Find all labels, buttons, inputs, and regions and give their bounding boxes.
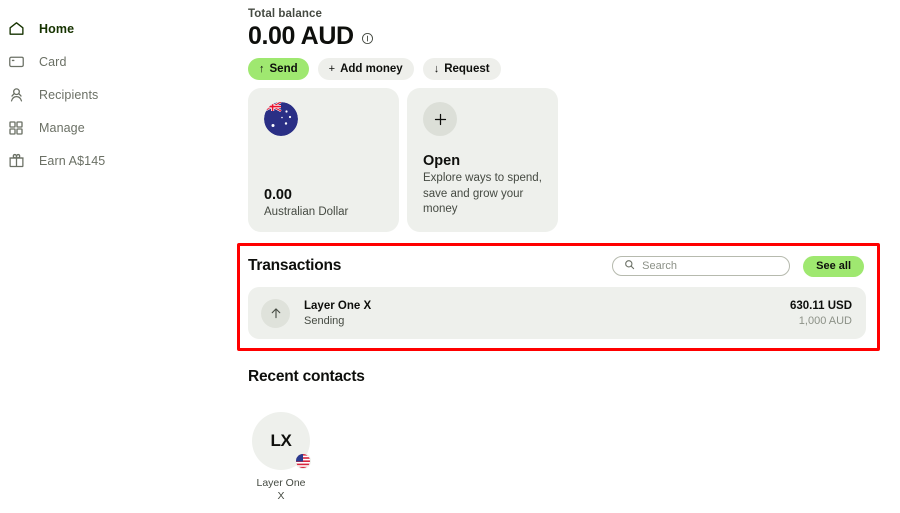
sidebar-item-label: Recipients <box>39 87 99 102</box>
transaction-amount-secondary: 1,000 AUD <box>798 314 852 327</box>
australia-flag-icon <box>264 102 298 136</box>
search-box[interactable] <box>612 256 791 276</box>
search-input[interactable] <box>642 260 783 272</box>
arrow-up-icon: ↑ <box>259 62 265 75</box>
sidebar-item-card[interactable]: Card <box>0 45 232 78</box>
main-content: Total balance 0.00 AUD ↑ Send + Add mone… <box>237 0 900 513</box>
account-balance-amount: 0.00 <box>264 187 292 203</box>
open-card-desc-line1: Explore ways to spend, <box>423 172 542 185</box>
transactions-header: Transactions See all <box>248 250 866 282</box>
transaction-amount-primary: 630.11 USD <box>789 299 852 312</box>
account-cards: 0.00 Australian Dollar Open Explore ways… <box>248 88 558 232</box>
total-balance-amount: 0.00 AUD <box>248 22 354 50</box>
recipients-icon <box>6 85 26 105</box>
contact-name-line2: X <box>277 490 285 503</box>
contact-name: Layer One X <box>256 477 305 503</box>
request-button-label: Request <box>444 63 490 75</box>
quick-actions: ↑ Send + Add money ↓ Request <box>248 58 501 80</box>
arrow-up-icon <box>261 298 290 328</box>
card-icon <box>6 52 26 72</box>
arrow-down-icon: ↓ <box>433 62 440 75</box>
sidebar-item-home[interactable]: Home <box>0 12 232 45</box>
total-balance-label: Total balance <box>248 8 322 20</box>
sidebar-item-label: Earn A$145 <box>39 153 106 168</box>
sidebar-item-earn[interactable]: Earn A$145 <box>0 144 232 177</box>
grid-icon <box>6 118 26 138</box>
transactions-title: Transactions <box>248 257 342 274</box>
sidebar: Home Card Recipients Manage Earn A$145 <box>0 0 232 513</box>
plus-icon: + <box>328 62 336 75</box>
account-card-aud[interactable]: 0.00 Australian Dollar <box>248 88 399 232</box>
transactions-header-controls: See all <box>612 255 864 277</box>
account-currency-name: Australian Dollar <box>264 206 349 218</box>
see-all-button[interactable]: See all <box>803 255 864 277</box>
transaction-amounts: 630.11 USD 1,000 AUD <box>790 300 852 327</box>
recent-contacts-list: LX Layer One X <box>248 412 314 503</box>
gift-icon <box>6 151 26 171</box>
home-icon <box>6 19 26 39</box>
contact-name-line1: Layer One <box>256 477 306 489</box>
search-icon <box>624 257 635 275</box>
wise-dashboard: Home Card Recipients Manage Earn A$145 T… <box>0 0 900 513</box>
add-money-button-label: Add money <box>340 63 403 75</box>
transaction-info: Layer One X Sending <box>304 300 790 327</box>
sidebar-item-label: Home <box>39 21 75 36</box>
info-circle-icon[interactable] <box>361 32 374 45</box>
recent-contacts-title: Recent contacts <box>248 368 365 385</box>
transaction-status: Sending <box>304 314 345 327</box>
transactions-section: Transactions See all <box>248 250 866 339</box>
request-button[interactable]: ↓ Request <box>422 58 501 80</box>
open-card-title: Open <box>423 153 461 170</box>
avatar-initials: LX <box>270 431 292 450</box>
table-row[interactable]: Layer One X Sending 630.11 USD 1,000 AUD <box>248 287 866 339</box>
plus-icon <box>423 102 457 136</box>
send-button-label: Send <box>269 63 298 75</box>
total-balance-row: 0.00 AUD <box>248 22 374 51</box>
sidebar-item-label: Manage <box>39 120 85 135</box>
sidebar-item-manage[interactable]: Manage <box>0 111 232 144</box>
sidebar-item-recipients[interactable]: Recipients <box>0 78 232 111</box>
open-balance-card[interactable]: Open Explore ways to spend, save and gro… <box>407 88 558 232</box>
add-money-button[interactable]: + Add money <box>317 58 414 80</box>
list-item[interactable]: LX Layer One X <box>248 412 314 503</box>
open-card-desc-line2: save and grow your money <box>423 187 524 216</box>
avatar: LX <box>252 412 311 470</box>
transaction-name: Layer One X <box>304 299 372 312</box>
send-button[interactable]: ↑ Send <box>248 58 309 80</box>
sidebar-item-label: Card <box>39 54 67 69</box>
usa-flag-icon <box>295 453 311 469</box>
